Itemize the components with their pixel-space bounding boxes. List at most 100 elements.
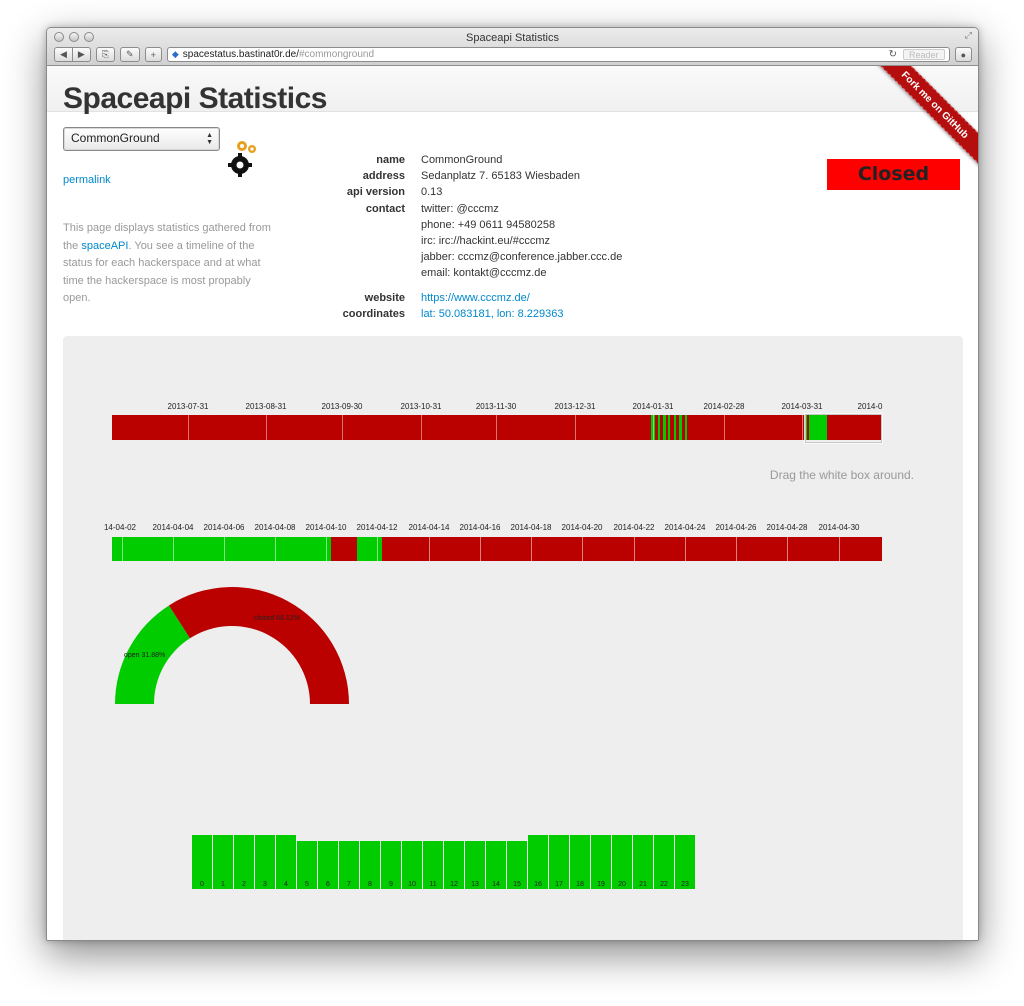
overview-grid-line — [266, 415, 267, 440]
open-closed-donut-chart: open 31.88% closed 68.12% — [115, 587, 349, 704]
add-bookmark-button[interactable]: + — [144, 47, 162, 62]
contact-label: contact — [365, 202, 405, 215]
status-badge: Closed — [827, 159, 960, 190]
browser-window: Spaceapi Statistics ⤢ ◀ ▶ ⎘ ✎ + ◆ spaces… — [46, 27, 979, 941]
overview-grid-line — [188, 415, 189, 440]
hour-bar: 18 — [570, 835, 591, 889]
overview-grid-line — [724, 415, 725, 440]
detail-date-label: 2014-04-24 — [664, 523, 706, 532]
overview-date-label: 2014-03-31 — [781, 402, 823, 411]
name-label: name — [376, 154, 405, 166]
detail-timeline — [112, 537, 882, 561]
detail-date-label: 2014-04-10 — [305, 523, 347, 532]
overview-open-segment — [668, 415, 670, 440]
overview-date-label: 2013-10-31 — [400, 402, 442, 411]
reader-button[interactable]: Reader — [903, 49, 945, 60]
donut-closed-slice — [168, 587, 349, 704]
hour-bar: 0 — [192, 835, 213, 889]
overview-timeline[interactable] — [112, 415, 882, 440]
overview-grid-line — [421, 415, 422, 440]
tools-button[interactable]: ✎ — [120, 47, 140, 62]
hour-bar: 7 — [339, 841, 360, 889]
detail-date-label: 2014-04-20 — [561, 523, 603, 532]
hour-bar: 17 — [549, 835, 570, 889]
url-host: spacestatus.bastinat0r.de/ — [182, 49, 299, 60]
detail-date-label: 2014-04-22 — [613, 523, 655, 532]
api-version-label: api version — [346, 186, 405, 199]
detail-grid-line — [736, 537, 737, 561]
detail-date-label: 14-04-02 — [103, 523, 137, 532]
coordinates-label: coordinates — [342, 307, 405, 320]
window-title: Spaceapi Statistics — [466, 32, 559, 44]
back-button[interactable]: ◀ — [54, 47, 72, 62]
share-button[interactable]: ⎘ — [95, 47, 116, 62]
detail-grid-line — [326, 537, 327, 561]
hour-bar: 1 — [213, 835, 234, 889]
donut-closed-label: closed 68.12% — [254, 615, 300, 622]
hour-bar: 19 — [591, 835, 612, 889]
hour-bar: 5 — [297, 841, 318, 889]
address-label: address — [362, 170, 405, 183]
name-value: CommonGround — [421, 154, 503, 166]
overview-grid-line — [575, 415, 576, 440]
hour-bar: 8 — [360, 841, 381, 889]
address-bar[interactable]: ◆ spacestatus.bastinat0r.de/ #commongrou… — [166, 47, 950, 62]
overview-grid-line — [802, 415, 803, 440]
detail-grid-line — [787, 537, 788, 561]
detail-grid-line — [173, 537, 174, 561]
detail-date-label: 2014-04-28 — [766, 523, 808, 532]
downloads-button[interactable]: ● — [954, 47, 972, 62]
detail-date-label: 2014-04-14 — [408, 523, 450, 532]
detail-date-labels: 14-04-02 2014-04-04 2014-04-06 2014-04-08 20… — [104, 523, 882, 535]
hour-bar: 13 — [465, 841, 486, 889]
timeline-drag-box[interactable] — [805, 414, 882, 443]
overview-grid-line — [496, 415, 497, 440]
permalink-link[interactable]: permalink — [63, 174, 111, 186]
hour-bar: 2 — [234, 835, 255, 889]
detail-grid-line — [480, 537, 481, 561]
hour-bar: 11 — [423, 841, 444, 889]
coordinates-link[interactable]: lat: 50.083181, lon: 8.229363 — [421, 308, 564, 320]
contact-twitter: twitter: @cccmz — [421, 202, 499, 215]
hour-bar: 4 — [276, 835, 297, 889]
detail-date-label: 2014-04-06 — [203, 523, 245, 532]
forward-button[interactable]: ▶ — [71, 47, 91, 62]
overview-open-segment — [685, 415, 687, 440]
detail-date-label: 2014-04-26 — [715, 523, 757, 532]
hour-bar: 9 — [381, 841, 402, 889]
site-icon: ◆ — [171, 49, 179, 59]
spaceapi-link[interactable]: spaceAPI — [81, 240, 128, 252]
detail-grid-line — [685, 537, 686, 561]
donut-open-label: open 31.88% — [124, 652, 165, 659]
overview-date-label: 2013-09-30 — [321, 402, 363, 411]
contact-irc: irc: irc://hackint.eu/#cccmz — [421, 235, 550, 248]
overview-date-label: 2014-01-31 — [632, 402, 674, 411]
website-link[interactable]: https://www.cccmz.de/ — [421, 292, 530, 304]
detail-open-segment — [112, 537, 331, 561]
hour-bar: 21 — [633, 835, 654, 889]
detail-grid-line — [275, 537, 276, 561]
page-content: Spaceapi Statistics Fork me on GitHub Co… — [47, 66, 978, 940]
page-description: This page displays statistics gathered f… — [63, 220, 278, 308]
fullscreen-icon[interactable]: ⤢ — [965, 30, 972, 41]
website-label: website — [364, 291, 405, 304]
reload-icon[interactable]: ↻ — [889, 49, 897, 60]
hour-bar: 15 — [507, 841, 528, 889]
hour-bar: 16 — [528, 835, 549, 889]
detail-grid-line — [582, 537, 583, 561]
hour-bar: 6 — [318, 841, 339, 889]
detail-date-label: 2014-04-16 — [459, 523, 501, 532]
drag-hint: Drag the white box around. — [769, 468, 914, 482]
space-select-value: CommonGround — [71, 131, 160, 145]
detail-grid-line — [429, 537, 430, 561]
overview-date-label: 2013-08-31 — [245, 402, 287, 411]
overview-open-segment — [679, 415, 682, 440]
detail-grid-line — [634, 537, 635, 561]
contact-list: twitter: @cccmz phone: +49 0611 94580258… — [421, 201, 622, 282]
address-value: Sedanplatz 7. 65183 Wiesbaden — [421, 170, 581, 183]
overview-date-label: 2014-02-28 — [703, 402, 745, 411]
space-select[interactable]: CommonGround ▲ ▼ — [63, 127, 220, 151]
detail-date-label: 2014-04-18 — [510, 523, 552, 532]
api-version-value: 0.13 — [421, 186, 443, 199]
overview-open-segment — [663, 415, 666, 440]
